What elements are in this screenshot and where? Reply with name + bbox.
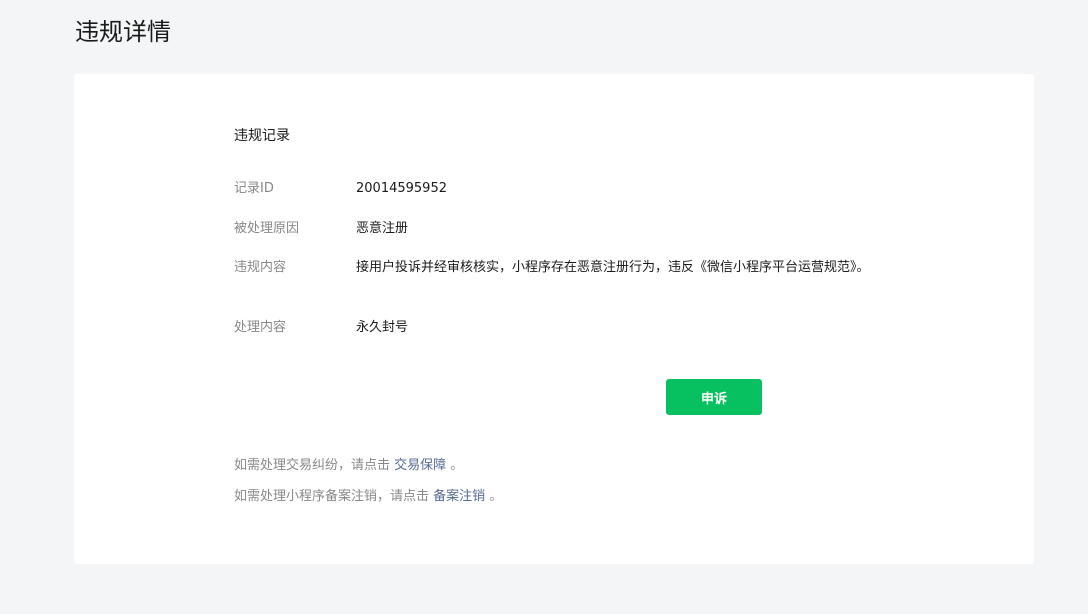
reason-value: 恶意注册 <box>356 221 409 236</box>
violation-detail-card: 违规记录 记录ID 20014595952 被处理原因 恶意注册 违规内容 接用… <box>74 74 1034 564</box>
filing-cancel-note: 如需处理小程序备案注销，请点击 备案注销 。 <box>234 487 502 507</box>
trade-protection-link[interactable]: 交易保障 <box>394 458 446 473</box>
trade-note-suffix: 。 <box>446 458 464 473</box>
appeal-button[interactable]: 申诉 <box>666 379 762 415</box>
violation-content-value: 接用户投诉并经审核核实，小程序存在恶意注册行为，违反《微信小程序平台运营规范》。 <box>356 260 870 275</box>
section-title: 违规记录 <box>234 128 290 144</box>
record-id-label: 记录ID <box>234 181 274 196</box>
trade-note-prefix: 如需处理交易纠纷，请点击 <box>234 458 395 473</box>
violation-content-label: 违规内容 <box>234 260 287 275</box>
filing-note-suffix: 。 <box>485 489 503 504</box>
record-id-value: 20014595952 <box>356 181 447 196</box>
reason-label: 被处理原因 <box>234 221 300 236</box>
penalty-value: 永久封号 <box>356 320 409 335</box>
trade-dispute-note: 如需处理交易纠纷，请点击 交易保障 。 <box>234 456 463 476</box>
filing-note-prefix: 如需处理小程序备案注销，请点击 <box>234 489 434 504</box>
filing-cancel-link[interactable]: 备案注销 <box>433 489 485 504</box>
page-title: 违规详情 <box>75 18 171 46</box>
penalty-label: 处理内容 <box>234 320 287 335</box>
